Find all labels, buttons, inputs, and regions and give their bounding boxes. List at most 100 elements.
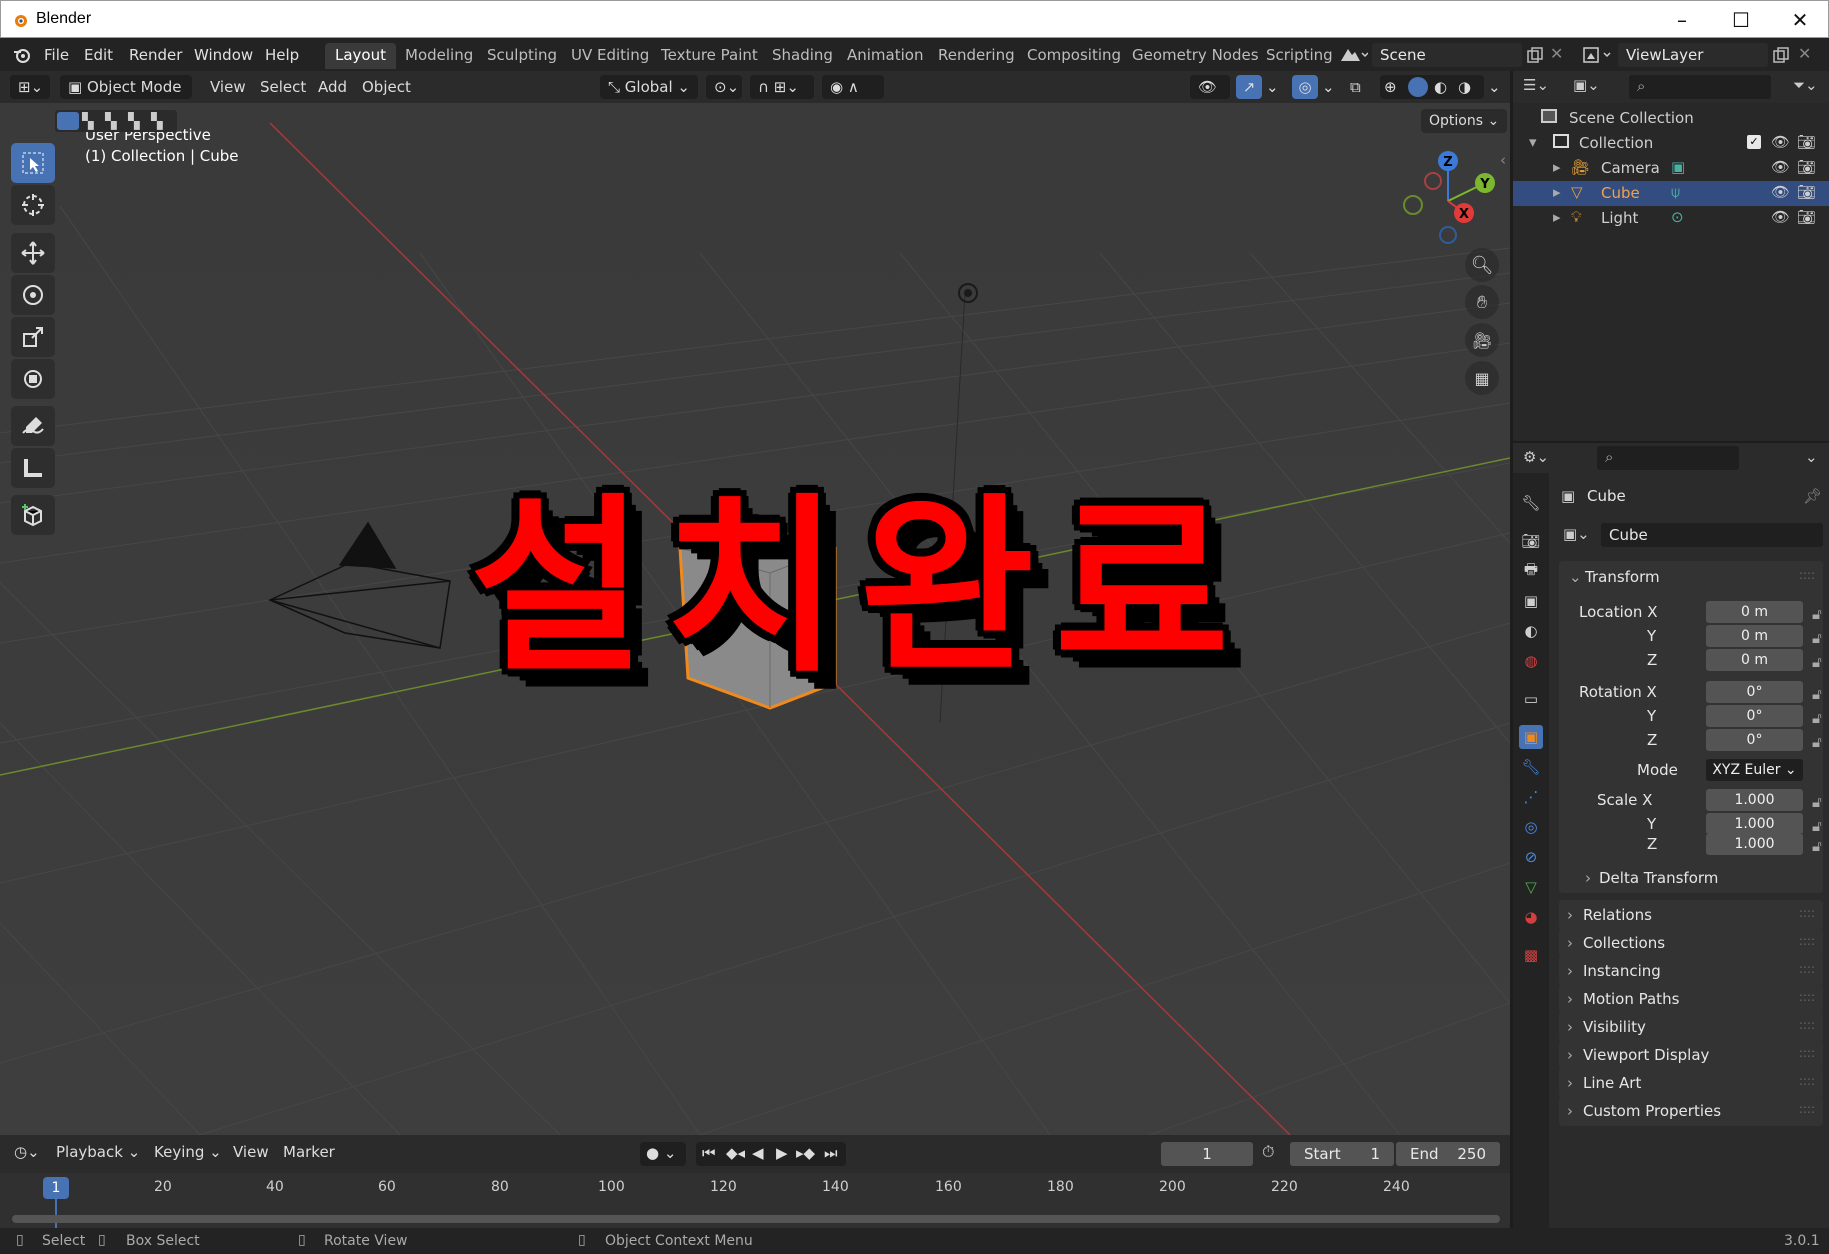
timeline-ruler[interactable]: 1 20 40 60 80 100 120 140 160 180 200 22… [0,1173,1510,1228]
next-keyframe-icon[interactable]: ▸◆ [796,1144,815,1162]
location-z-field[interactable]: 0 m [1706,649,1803,671]
lock-icon[interactable]: 🔓︎ [1812,605,1826,623]
minimize-button[interactable]: – [1653,1,1711,39]
ortho-toggle-button[interactable]: ▦ [1465,361,1499,395]
constraints-tab[interactable]: ⊘ [1519,845,1543,869]
scale-tool[interactable] [11,317,55,357]
delete-scene-icon[interactable]: ✕ [1550,44,1563,63]
camera-render-icon[interactable]: 📷︎ [1797,208,1816,226]
menu-marker[interactable]: Marker [283,1143,335,1161]
eye-icon[interactable]: 👁︎ [1771,133,1790,151]
menu-edit[interactable]: Edit [84,46,113,64]
select-extend-icon[interactable]: ▚ [82,112,100,130]
eye-icon[interactable]: 👁︎ [1771,208,1790,226]
scale-z-field[interactable]: 1.000 [1706,833,1803,855]
tab-shading[interactable]: Shading [762,43,843,69]
auto-keying-toggle[interactable]: ● ⌄ [640,1142,686,1166]
output-tab[interactable]: 🖶︎ [1519,559,1543,583]
tab-rendering[interactable]: Rendering [928,43,1025,69]
outliner-collection[interactable]: ▾ Collection ✓ 👁︎ 📷︎ [1513,131,1829,156]
drag-grip-icon[interactable]: :::: [1799,1102,1815,1116]
camera-view-button[interactable]: 🎥︎ [1465,323,1499,357]
material-tab[interactable]: ◕ [1519,905,1543,929]
collection-checkbox[interactable]: ✓ [1747,135,1761,149]
move-tool[interactable] [11,233,55,273]
play-reverse-icon[interactable]: ◀ [752,1144,764,1162]
rendered-shading-icon[interactable]: ◑ [1458,75,1471,99]
light-data-icon[interactable]: ⊙ [1671,208,1684,226]
location-y-field[interactable]: 0 m [1706,625,1803,647]
tab-texture-paint[interactable]: Texture Paint [651,43,768,69]
mesh-data-icon[interactable]: ⍦ [1671,183,1680,201]
outliner-scene-collection[interactable]: Scene Collection [1513,106,1829,131]
editor-type-button[interactable]: ⊞⌄ [10,75,50,99]
annotate-tool[interactable] [11,406,55,446]
viewport-display-panel[interactable]: › Viewport Display:::: [1559,1040,1823,1070]
physics-tab[interactable]: ◎ [1519,815,1543,839]
blender-menu-icon[interactable] [12,46,32,64]
drag-grip-icon[interactable]: :::: [1799,1074,1815,1088]
3d-viewport[interactable]: User Perspective (1) Collection | Cube 설… [0,103,1510,1135]
visibility-dropdown[interactable]: 👁⌄ [1190,75,1230,120]
solid-shading-icon[interactable] [1408,77,1428,97]
camera-render-icon[interactable]: 📷︎ [1797,158,1816,176]
orientation-dropdown[interactable]: ⤡ Global ⌄ [600,75,698,99]
expand-chevron-icon[interactable]: › [1585,869,1591,887]
options-dropdown[interactable]: Options ⌄ [1421,109,1508,133]
particles-tab[interactable]: ⋰ [1519,785,1543,809]
add-cube-tool[interactable] [11,495,55,535]
outliner-item-cube[interactable]: ▸ ▽ Cube ⍦ 👁︎ 📷︎ [1513,181,1829,206]
tab-modeling[interactable]: Modeling [395,43,483,69]
tab-uv-editing[interactable]: UV Editing [561,43,659,69]
lock-icon[interactable]: 🔓︎ [1812,653,1826,671]
visibility-panel[interactable]: › Visibility:::: [1559,1012,1823,1042]
custom-properties-panel[interactable]: › Custom Properties:::: [1559,1096,1823,1126]
menu-playback[interactable]: Playback ⌄ [56,1143,140,1161]
drag-grip-icon[interactable]: :::: [1799,962,1815,976]
camera-data-icon[interactable]: ▣ [1671,158,1685,176]
zoom-button[interactable]: 🔍︎ [1465,248,1499,282]
menu-keying[interactable]: Keying ⌄ [154,1143,222,1161]
lock-icon[interactable]: 🔓︎ [1812,733,1826,751]
select-invert-icon[interactable]: ▚ [128,112,146,130]
snap-toggle[interactable]: ∩ ⊞⌄ [750,75,814,99]
collapse-chevron-icon[interactable]: ▾ [1529,133,1537,151]
mode-dropdown[interactable]: ▣ Object Mode ⌄ [60,75,192,120]
eye-icon[interactable]: 👁︎ [1771,183,1790,201]
view-layer-icon[interactable] [1582,45,1614,65]
menu-window[interactable]: Window [194,46,253,64]
tab-sculpting[interactable]: Sculpting [477,43,567,69]
xray-toggle-icon[interactable]: ⧉ [1350,75,1361,99]
properties-options-chevron-icon[interactable]: ⌄ [1805,448,1818,466]
expand-chevron-icon[interactable]: ▸ [1553,183,1561,201]
outliner-item-camera[interactable]: ▸ 🎥︎ Camera ▣ 👁︎ 📷︎ [1513,156,1829,181]
lock-icon[interactable]: 🔓︎ [1812,685,1826,703]
world-tab[interactable]: ◍ [1519,649,1543,673]
rotation-y-field[interactable]: 0° [1706,705,1803,727]
object-browse-button[interactable]: ▣⌄ [1559,523,1599,547]
modifier-tab[interactable]: 🔧︎ [1519,755,1543,779]
select-intersect-icon[interactable]: ▚ [151,112,169,130]
tab-compositing[interactable]: Compositing [1017,43,1131,69]
rotation-z-field[interactable]: 0° [1706,729,1803,751]
end-frame-field[interactable]: End 250 [1396,1142,1500,1166]
scene-tab[interactable]: ◐ [1519,619,1543,643]
sidebar-toggle-chevron-icon[interactable]: ‹ [1500,151,1506,169]
select-box-tool[interactable] [11,143,55,183]
menu-object[interactable]: Object [362,75,411,99]
filter-icon[interactable]: ⏷⌄ [1793,76,1818,94]
drag-grip-icon[interactable]: :::: [1799,990,1815,1004]
menu-add[interactable]: Add [318,75,347,99]
current-frame-field[interactable]: 1 [1161,1142,1253,1166]
tab-scripting[interactable]: Scripting [1256,43,1343,69]
overlay-dropdown-chevron-icon[interactable]: ⌄ [1322,75,1335,99]
measure-tool[interactable] [11,448,55,488]
gizmo-dropdown-chevron-icon[interactable]: ⌄ [1266,75,1279,99]
collections-panel[interactable]: › Collections:::: [1559,928,1823,958]
material-shading-icon[interactable]: ◐ [1434,75,1447,99]
proportional-edit[interactable]: ◉ ∧ [822,75,884,99]
playhead[interactable]: 1 [43,1177,69,1199]
motion-paths-panel[interactable]: › Motion Paths:::: [1559,984,1823,1014]
rotate-tool[interactable] [11,275,55,315]
delete-view-layer-icon[interactable]: ✕ [1798,44,1811,63]
